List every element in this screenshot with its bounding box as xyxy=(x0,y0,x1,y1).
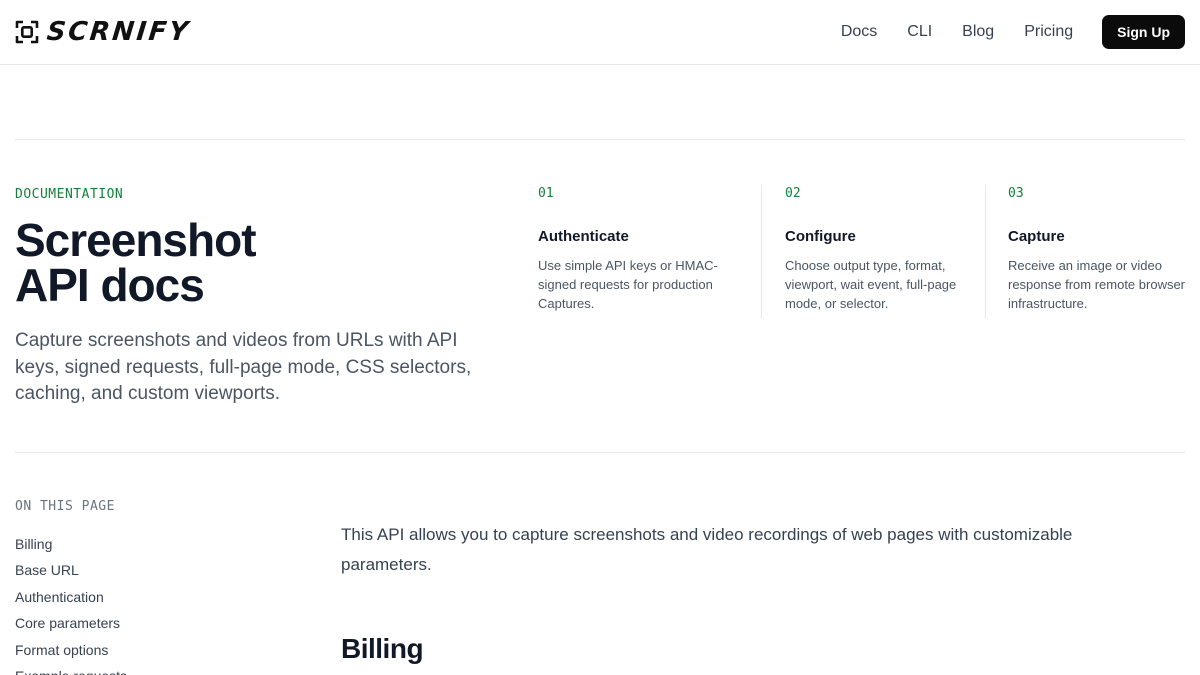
step-description: Receive an image or video response from … xyxy=(1008,258,1186,311)
step-card-capture: 03 Capture Receive an image or video res… xyxy=(1008,185,1190,318)
viewfinder-icon xyxy=(15,20,39,44)
hero-description: Capture screenshots and videos from URLs… xyxy=(15,330,472,404)
step-number: 03 xyxy=(1008,186,1024,201)
nav-link-pricing[interactable]: Pricing xyxy=(1024,15,1073,49)
step-description: Use simple API keys or HMAC-signed reque… xyxy=(538,258,718,311)
section-heading-billing: Billing xyxy=(341,633,424,664)
step-divider xyxy=(985,185,986,318)
intro-paragraph: This API allows you to capture screensho… xyxy=(341,525,1073,574)
table-of-contents: Billing Base URL Authentication Core par… xyxy=(15,531,127,675)
toc-item-authentication[interactable]: Authentication xyxy=(15,584,127,610)
nav-link-cli[interactable]: CLI xyxy=(907,15,932,49)
toc-item-format-options[interactable]: Format options xyxy=(15,637,127,663)
nav-link-blog[interactable]: Blog xyxy=(962,15,994,49)
step-divider xyxy=(761,185,762,318)
step-number: 02 xyxy=(785,186,801,201)
step-card-configure: 02 Configure Choose output type, format,… xyxy=(785,185,967,318)
nav-link-docs[interactable]: Docs xyxy=(841,15,877,49)
main-nav: Docs CLI Blog Pricing Sign Up xyxy=(841,15,1185,49)
page-title-line-2: API docs xyxy=(15,259,205,311)
hero-eyebrow: DOCUMENTATION xyxy=(15,187,124,202)
sign-up-button[interactable]: Sign Up xyxy=(1102,15,1185,49)
toc-item-core-parameters[interactable]: Core parameters xyxy=(15,610,127,636)
step-title: Capture xyxy=(1008,228,1065,245)
step-title: Authenticate xyxy=(538,228,629,245)
toc-label: ON THIS PAGE xyxy=(15,499,115,514)
toc-item-example-requests[interactable]: Example requests xyxy=(15,663,127,675)
brand-logo[interactable]: SCRNIFY xyxy=(15,17,192,47)
step-card-authenticate: 01 Authenticate Use simple API keys or H… xyxy=(538,185,738,318)
toc-item-billing[interactable]: Billing xyxy=(15,531,127,557)
page-title: Screenshot API docs xyxy=(15,217,435,311)
step-description: Choose output type, format, viewport, wa… xyxy=(785,258,957,311)
section-divider xyxy=(15,452,1185,453)
brand-name: SCRNIFY xyxy=(45,17,192,47)
toc-item-base-url[interactable]: Base URL xyxy=(15,557,127,583)
site-header: SCRNIFY Docs CLI Blog Pricing Sign Up xyxy=(0,0,1200,65)
section-divider xyxy=(15,139,1185,140)
step-title: Configure xyxy=(785,228,856,245)
step-number: 01 xyxy=(538,186,554,201)
